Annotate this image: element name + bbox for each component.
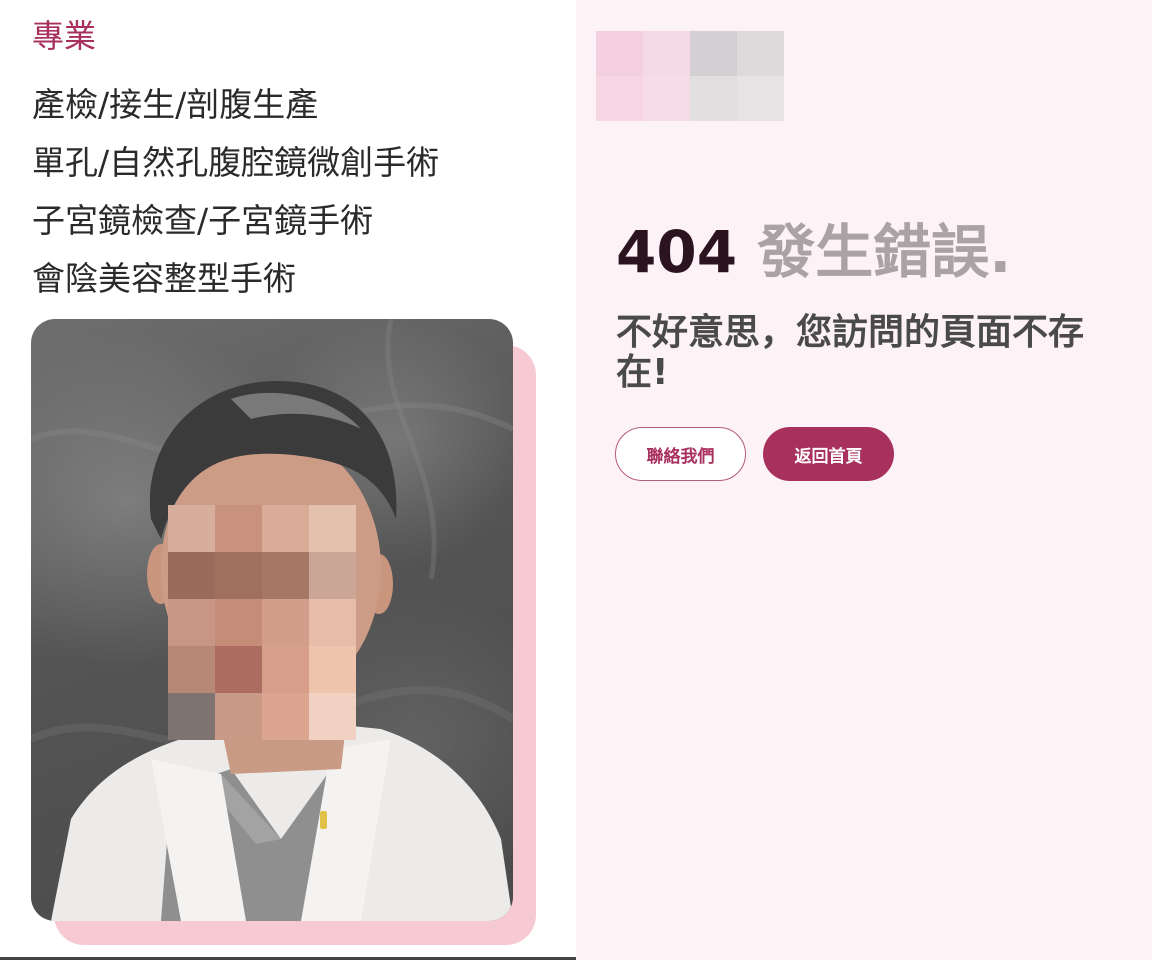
specialty-item: 產檢/接生/剖腹生產 <box>32 85 319 124</box>
doctor-portrait-icon <box>31 319 513 921</box>
specialty-list: 產檢/接生/剖腹生產 單孔/自然孔腹腔鏡微創手術 子宮鏡檢查/子宮鏡手術 會陰美… <box>32 76 439 308</box>
doctor-photo <box>31 319 513 921</box>
doctor-profile-panel: 專業 產檢/接生/剖腹生產 單孔/自然孔腹腔鏡微創手術 子宮鏡檢查/子宮鏡手術 … <box>0 0 576 960</box>
error-code: 404 <box>616 218 738 286</box>
specialty-item: 子宮鏡檢查/子宮鏡手術 <box>32 201 374 240</box>
error-title: 發生錯誤. <box>757 218 1012 286</box>
specialty-item: 會陰美容整型手術 <box>32 259 296 298</box>
clinic-logo-icon[interactable] <box>596 31 784 121</box>
error-message: 不好意思，您訪問的頁面不存在! <box>616 312 1085 393</box>
error-page-panel: 404 發生錯誤. 不好意思，您訪問的頁面不存在! 聯絡我們 返回首頁 <box>576 0 1152 960</box>
contact-us-button[interactable]: 聯絡我們 <box>615 427 746 481</box>
back-to-home-button[interactable]: 返回首頁 <box>763 427 894 481</box>
section-title: 專業 <box>32 17 97 55</box>
specialty-item: 單孔/自然孔腹腔鏡微創手術 <box>32 143 440 182</box>
error-heading: 404 發生錯誤. <box>616 216 1011 288</box>
